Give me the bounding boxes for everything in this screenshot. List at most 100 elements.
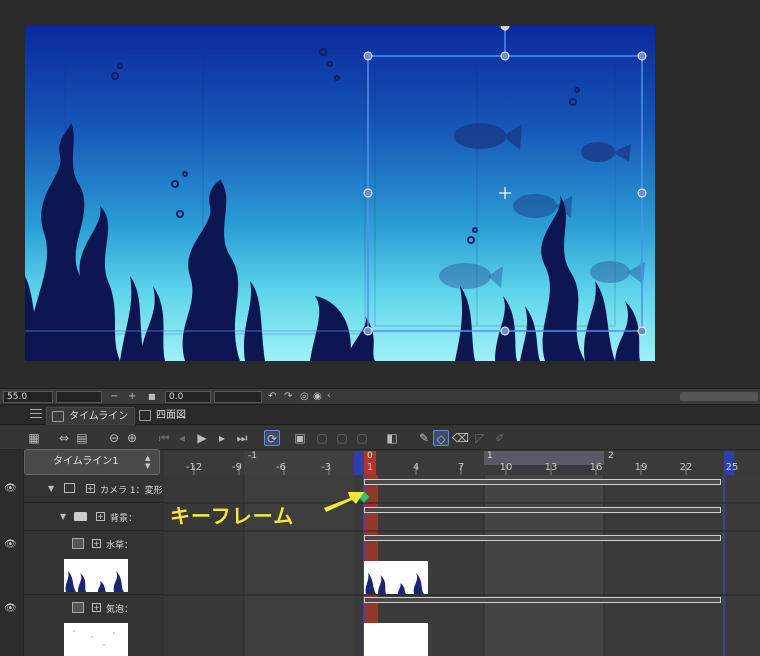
bubble-cel-thumbnail[interactable] — [364, 623, 428, 656]
flip-icon[interactable]: ◉ — [313, 390, 322, 403]
delete-keyframe-icon[interactable]: ⌫ — [452, 430, 469, 446]
play-icon[interactable]: ▶ — [194, 430, 210, 446]
camera-icon — [64, 483, 75, 493]
eye-icon[interactable]: 👁 — [4, 483, 18, 494]
rotate-left-icon[interactable]: ↶ — [268, 390, 276, 403]
timeline-selector[interactable]: タイムライン1 ▲ ▼ — [24, 449, 160, 475]
replace-cel-icon[interactable]: ▢ — [354, 430, 370, 446]
seaweed-track-bar[interactable] — [364, 535, 721, 541]
rotate-handle[interactable] — [500, 26, 510, 31]
first-frame-icon[interactable]: ⏮ — [156, 430, 172, 446]
layer-name: 水草： — [106, 541, 134, 551]
tab-timeline[interactable]: タイムライン — [46, 407, 136, 425]
navigator-strip: 55.0 − + ■ 0.0 ↶ ↷ ◎ ◉ ‹ — [0, 388, 760, 404]
keyframe-interpolation-icon[interactable]: ◸ — [472, 430, 488, 446]
expand-icon[interactable]: + — [92, 539, 101, 548]
ruler-tick-label: 16 — [589, 462, 603, 473]
eye-icon[interactable]: 👁 — [4, 603, 18, 614]
expand-icon[interactable]: + — [86, 484, 95, 493]
ruler-tick-label: -3 — [321, 462, 331, 473]
prev-frame-icon[interactable]: ◂ — [174, 430, 190, 446]
raster-layer-icon — [72, 602, 84, 613]
onion-skin-icon[interactable]: ◧ — [384, 430, 400, 446]
enable-keyframe-icon[interactable]: ✎ — [416, 430, 432, 446]
ruler-current-frame: 0 — [367, 451, 373, 461]
tab-timeline-label: タイムライン — [69, 411, 129, 422]
timeline-tab-icon — [52, 411, 64, 422]
ruler-tick-label: 19 — [634, 462, 648, 473]
ruler-tick-label: 25 — [725, 462, 739, 473]
ruler-tick-label: -6 — [276, 462, 286, 473]
camera-track-bar[interactable] — [364, 479, 721, 485]
zoom-in-icon[interactable]: ⊕ — [124, 430, 140, 446]
expand-icon[interactable]: + — [92, 603, 101, 612]
reset-rotate-icon[interactable]: ◎ — [300, 390, 309, 403]
layer-row-bubbles[interactable]: 👁 + 気泡： — [4, 595, 164, 656]
ruler-tick-label: -9 — [232, 462, 242, 473]
chevron-down-icon[interactable]: ▼ — [48, 484, 54, 493]
seaweed-cel-thumbnail[interactable] — [364, 561, 428, 594]
delete-cel-icon[interactable]: ▢ — [334, 430, 350, 446]
rotate-field[interactable]: 0.0 — [165, 391, 211, 403]
expand-icon[interactable]: + — [96, 512, 105, 521]
ruler-tick-label: 1 — [366, 462, 374, 473]
chevron-down-icon[interactable]: ▼ — [60, 512, 66, 521]
bubble-thumbnail-art — [73, 630, 115, 646]
background-track-bar[interactable] — [364, 507, 721, 513]
artwork-canvas[interactable] — [25, 26, 655, 361]
layer-thumbnail — [64, 623, 128, 656]
callout-arrow-icon — [324, 492, 364, 512]
layer-row-background[interactable]: ▼ + 背景： — [24, 503, 164, 531]
tab-four-view-label: 四面図 — [156, 410, 186, 421]
bubble-track-bar[interactable] — [364, 597, 721, 603]
ruler-section-label: -1 — [248, 451, 257, 461]
specify-cel-icon[interactable]: ▢ — [314, 430, 330, 446]
camera-transform-overlay[interactable] — [25, 26, 655, 361]
selector-updown-icon: ▲ ▼ — [145, 454, 151, 470]
layer-row-camera[interactable]: 👁 ▼ + カメラ 1：変形 — [4, 475, 164, 503]
new-timeline-icon[interactable]: ▦ — [26, 430, 42, 446]
zoom-out-button[interactable]: − — [110, 390, 118, 403]
center-crosshair-icon[interactable] — [499, 187, 511, 199]
seaweed-thumbnail-art — [65, 571, 124, 592]
zoom-slider[interactable] — [56, 391, 102, 403]
new-animation-cel-icon[interactable]: ▣ — [292, 430, 308, 446]
panel-menu-icon[interactable] — [30, 409, 42, 419]
layer-thumbnail — [64, 559, 128, 592]
loop-icon[interactable]: ⟳ — [264, 430, 280, 446]
layer-list: 👁 ▼ + カメラ 1：変形 ▼ + 背景： 👁 + 水草： 👁 + 気泡： — [4, 475, 164, 656]
ruler-tick-label: 10 — [499, 462, 513, 473]
ruler-tick-label: 22 — [679, 462, 693, 473]
layer-row-seaweed[interactable]: 👁 + 水草： — [4, 531, 164, 595]
visibility-column — [0, 450, 24, 656]
layer-name: 背景： — [110, 514, 138, 524]
canvas-area[interactable] — [0, 0, 760, 388]
rotate-slider[interactable] — [214, 391, 262, 403]
next-frame-icon[interactable]: ▸ — [214, 430, 230, 446]
ruler-tick-label: -12 — [185, 462, 203, 473]
collapse-icon[interactable]: ‹ — [327, 390, 331, 403]
ruler-tick-label: 13 — [544, 462, 558, 473]
add-keyframe-icon[interactable]: ◇ — [433, 430, 449, 446]
edit-keyframe-icon[interactable]: ✐ — [492, 430, 508, 446]
horizontal-scrollbar[interactable] — [680, 392, 758, 401]
zoom-in-button[interactable]: + — [128, 390, 136, 403]
raster-layer-icon — [72, 538, 84, 549]
eye-icon[interactable]: 👁 — [4, 539, 18, 550]
frame-rate-icon[interactable]: ⇔ — [56, 430, 72, 446]
timeline-selector-label: タイムライン1 — [53, 456, 119, 467]
timeline-panel: タイムライン 四面図 ▦ ⇔ ▤ ⊖ ⊕ ⏮ ◂ ▶ ▸ ⏭ ⟳ ▣ ▢ ▢ ▢… — [0, 404, 760, 656]
layer-name: カメラ 1：変形 — [100, 486, 163, 496]
keyframe-callout-label: キーフレーム — [170, 504, 295, 528]
last-frame-icon[interactable]: ⏭ — [234, 430, 250, 446]
zoom-field[interactable]: 55.0 — [3, 391, 53, 403]
timeline-toolbar: ▦ ⇔ ▤ ⊖ ⊕ ⏮ ◂ ▶ ▸ ⏭ ⟳ ▣ ▢ ▢ ▢ ◧ ✎ ◇ ⌫ ◸ … — [0, 426, 760, 450]
folder-icon — [74, 512, 87, 521]
frame-ruler[interactable]: -1 0 1 2 -12 -9 -6 -3 1 4 7 10 13 16 19 … — [164, 451, 760, 475]
layer-name: 気泡： — [106, 605, 134, 615]
rotate-right-icon[interactable]: ↷ — [284, 390, 292, 403]
zoom-out-icon[interactable]: ⊖ — [106, 430, 122, 446]
add-frame-icon[interactable]: ▤ — [74, 430, 90, 446]
fit-button[interactable]: ■ — [148, 390, 156, 403]
tab-four-view[interactable]: 四面図 — [134, 407, 192, 425]
